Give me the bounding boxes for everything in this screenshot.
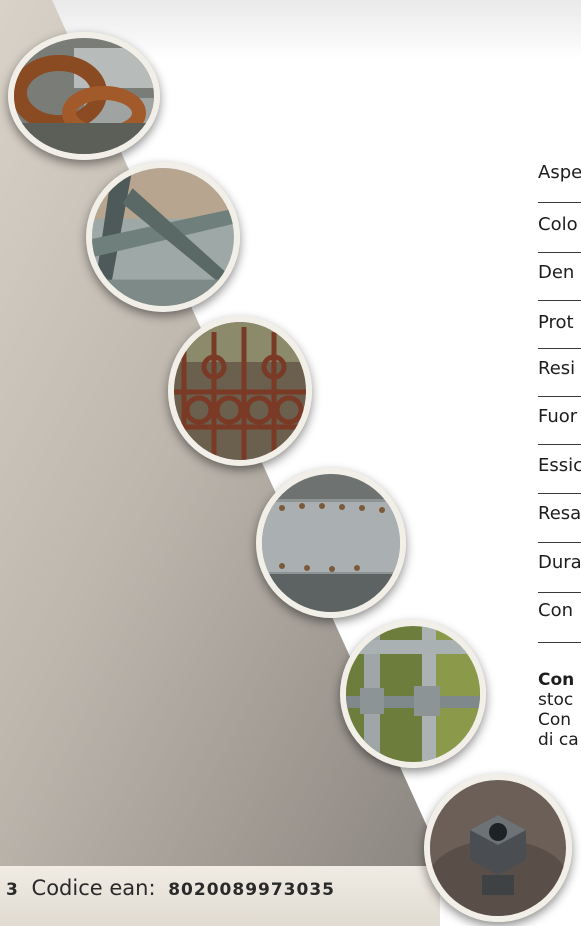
- spec-item-touch-dry: Fuor: [538, 406, 578, 427]
- spec-item-density: Den: [538, 262, 575, 283]
- note-heading: Con: [538, 670, 575, 690]
- rusty-gate-photo-icon: [168, 316, 312, 466]
- spec-item-duration: Dura: [538, 552, 581, 573]
- spec-divider: [538, 300, 581, 301]
- spec-divider: [538, 493, 581, 494]
- spec-item-drying: Essic: [538, 455, 581, 476]
- riveted-metal-photo-icon: [256, 468, 406, 618]
- spec-item-resistance: Resi: [538, 358, 576, 379]
- spec-divider: [538, 444, 581, 445]
- spec-divider: [538, 542, 581, 543]
- galvanized-fence-photo-icon: [340, 620, 486, 768]
- metal-frame-photo-icon: [86, 162, 240, 312]
- spec-divider: [538, 396, 581, 397]
- note-line: di ca: [538, 730, 579, 750]
- spec-divider: [538, 252, 581, 253]
- spec-divider: [538, 348, 581, 349]
- spec-item-yield: Resa: [538, 503, 581, 524]
- spec-item-packaging: Con: [538, 600, 573, 621]
- rusty-chain-photo-icon: [8, 32, 160, 160]
- spec-item-color: Colo: [538, 214, 578, 235]
- product-code-fragment: 3: [6, 880, 19, 900]
- hex-bolt-photo-icon: [424, 774, 572, 922]
- spec-item-protection: Prot: [538, 312, 574, 333]
- spec-divider: [538, 592, 581, 593]
- note-line: stoc: [538, 690, 574, 710]
- ean-value: 8020089973035: [168, 880, 335, 900]
- spec-divider: [538, 202, 581, 203]
- ean-code-line: 3 Codice ean: 8020089973035: [6, 876, 335, 900]
- ean-label: Codice ean:: [31, 876, 156, 900]
- note-line: Con: [538, 710, 572, 730]
- spec-item-aspect: Aspe: [538, 162, 581, 183]
- spec-divider: [538, 642, 581, 643]
